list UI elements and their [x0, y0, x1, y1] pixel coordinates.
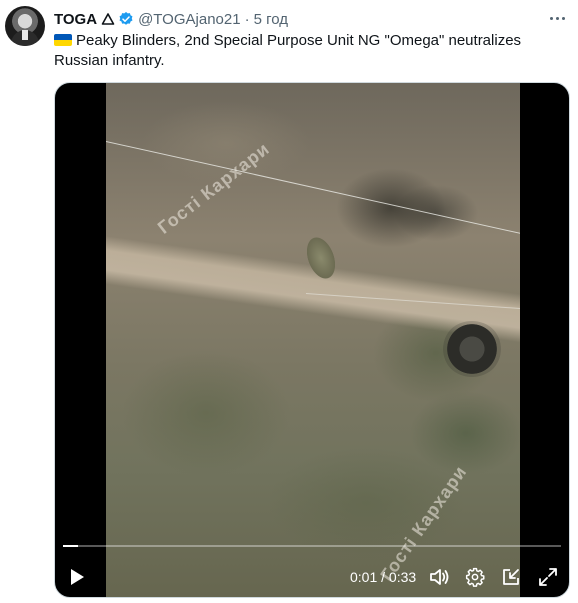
avatar[interactable] [5, 6, 45, 46]
popout-icon [503, 569, 519, 585]
author-name[interactable]: TOGA [54, 11, 97, 28]
tree-shadow [336, 168, 446, 248]
tweet-text: Peaky Blinders, 2nd Special Purpose Unit… [54, 32, 522, 69]
more-dot [549, 16, 553, 20]
tire [442, 321, 502, 377]
play-icon [71, 569, 84, 585]
gear-icon [465, 567, 485, 587]
video-player[interactable]: Гостi Кархари Гостi Кархари 0:01 / 0:33 [54, 82, 570, 598]
video-controls: 0:01 / 0:33 [55, 557, 569, 597]
avatar-collar [22, 30, 28, 40]
popout-button[interactable] [501, 567, 521, 587]
video-frame[interactable]: Гостi Кархари Гостi Кархари [106, 83, 520, 597]
triangle-outline-icon [101, 13, 115, 25]
video-progress-bar[interactable] [63, 545, 561, 547]
fullscreen-icon [539, 568, 557, 586]
more-dots-icon[interactable] [546, 10, 568, 26]
verified-badge-icon [119, 12, 133, 25]
tweet-text-block: Peaky Blinders, 2nd Special Purpose Unit… [54, 31, 566, 71]
more-dot [561, 16, 565, 20]
volume-icon [430, 569, 449, 585]
tweet-header: TOGA @TOGAjano21 · 5 год [54, 9, 288, 29]
video-progress-fill [63, 545, 78, 547]
volume-button[interactable] [429, 567, 451, 587]
settings-button[interactable] [465, 567, 485, 587]
ukraine-flag-icon [54, 34, 72, 46]
time-separator: / [377, 569, 389, 585]
post-time[interactable]: 5 год [254, 11, 288, 28]
video-timecode: 0:01 / 0:33 [350, 567, 416, 587]
author-handle[interactable]: @TOGAjano21 [138, 11, 241, 28]
meta-separator: · [244, 10, 250, 28]
current-time: 0:01 [350, 569, 378, 585]
fullscreen-button[interactable] [538, 567, 558, 587]
video-watermark: Гостi Кархари [153, 138, 274, 238]
play-button[interactable] [67, 567, 87, 587]
more-dot [555, 16, 559, 20]
duration: 0:33 [388, 569, 417, 585]
